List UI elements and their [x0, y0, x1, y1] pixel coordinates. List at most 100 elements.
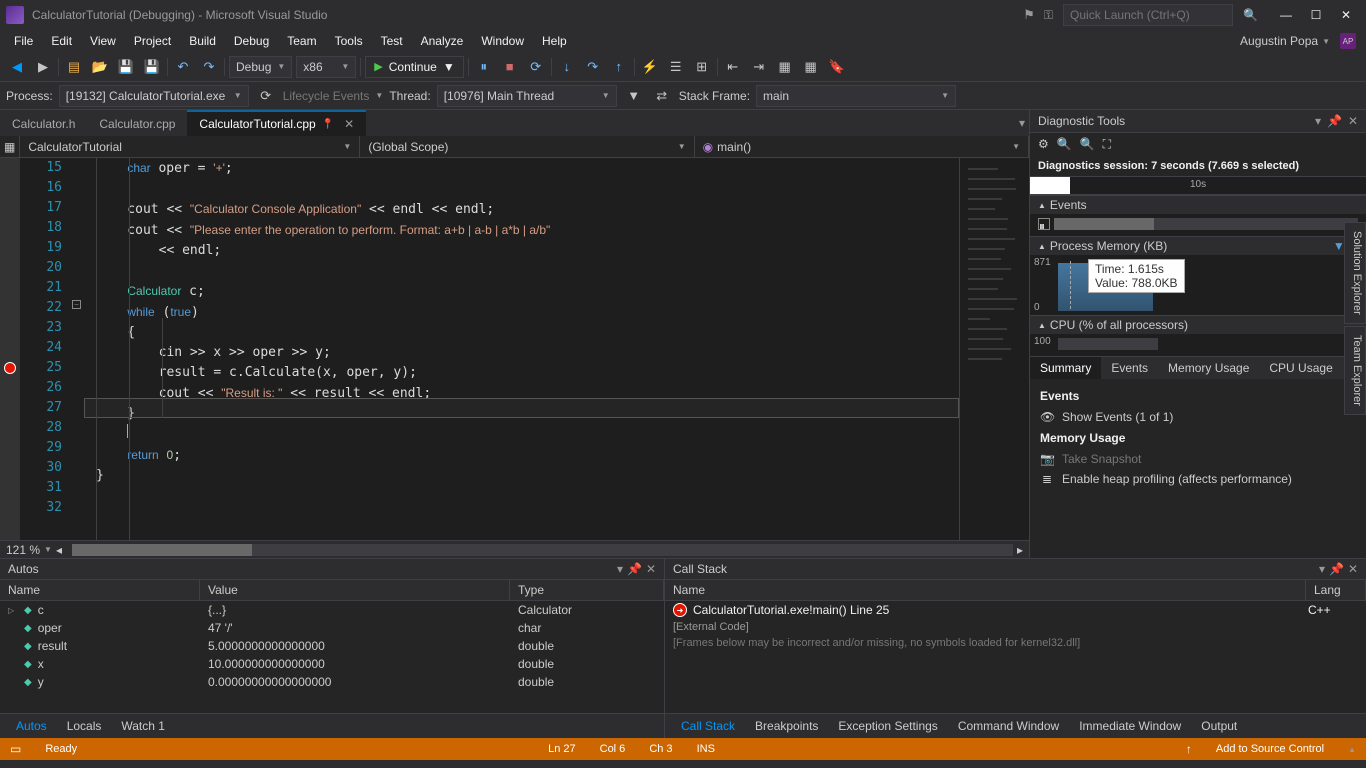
- scroll-left-icon[interactable]: ◂: [56, 543, 62, 557]
- bookmark-icon[interactable]: 🔖: [826, 56, 848, 78]
- uncomment-icon[interactable]: ▦: [800, 56, 822, 78]
- bottom-tab-output[interactable]: Output: [1191, 716, 1247, 736]
- breakpoint-marker-icon[interactable]: [4, 362, 16, 374]
- bottom-tab-exception-settings[interactable]: Exception Settings: [828, 716, 947, 736]
- new-file-icon[interactable]: ▤: [63, 56, 85, 78]
- diag-tab-cpu-usage[interactable]: CPU Usage: [1259, 357, 1342, 379]
- thread-dropdown[interactable]: [10976] Main Thread▼: [437, 85, 617, 107]
- nav-fwd-icon[interactable]: ▶: [32, 56, 54, 78]
- chevron-down-icon[interactable]: ▼: [1333, 239, 1345, 253]
- fold-gutter[interactable]: −: [70, 158, 84, 540]
- gear-icon[interactable]: ⚙: [1038, 137, 1049, 152]
- menu-edit[interactable]: Edit: [43, 32, 80, 50]
- menu-tools[interactable]: Tools: [327, 32, 371, 50]
- indent-less-icon[interactable]: ⇤: [722, 56, 744, 78]
- redo-icon[interactable]: ↷: [198, 56, 220, 78]
- panel-dropdown-icon[interactable]: ▾: [617, 562, 623, 576]
- breakpoint-gutter[interactable]: [0, 158, 20, 540]
- bottom-tab-command-window[interactable]: Command Window: [948, 716, 1069, 736]
- process-dropdown[interactable]: [19132] CalculatorTutorial.exe▼: [59, 85, 249, 107]
- col-type[interactable]: Type: [510, 580, 664, 600]
- nav-back-icon[interactable]: ◀: [6, 56, 28, 78]
- maximize-button[interactable]: ☐: [1302, 4, 1330, 26]
- menu-analyze[interactable]: Analyze: [413, 32, 472, 50]
- user-name[interactable]: Augustin Popa: [1240, 34, 1318, 48]
- diag-tab-summary[interactable]: Summary: [1030, 357, 1101, 379]
- tool-icon-3[interactable]: ⊞: [691, 56, 713, 78]
- save-all-icon[interactable]: 💾: [141, 56, 163, 78]
- side-tab-team-explorer[interactable]: Team Explorer: [1344, 326, 1366, 415]
- user-avatar[interactable]: AP: [1340, 33, 1356, 49]
- menu-view[interactable]: View: [82, 32, 124, 50]
- col-lang[interactable]: Lang: [1306, 580, 1366, 600]
- stackframe-dropdown[interactable]: main▼: [756, 85, 956, 107]
- bottom-tab-locals[interactable]: Locals: [57, 716, 112, 736]
- diag-time-ruler[interactable]: 10s: [1030, 177, 1366, 195]
- undo-icon[interactable]: ↶: [172, 56, 194, 78]
- stop-icon[interactable]: ■: [499, 56, 521, 78]
- fold-minus-icon[interactable]: −: [72, 300, 81, 309]
- close-icon[interactable]: ✕: [344, 117, 354, 131]
- external-code-row[interactable]: [External Code]: [665, 619, 1366, 635]
- swap-icon[interactable]: ⇄: [651, 85, 673, 107]
- save-icon[interactable]: 💾: [115, 56, 137, 78]
- diag-memory-header[interactable]: ▲Process Memory (KB) ▼ ●: [1030, 236, 1366, 255]
- menu-window[interactable]: Window: [473, 32, 532, 50]
- h-scrollbar[interactable]: [72, 544, 1013, 556]
- tab-Calculator-cpp[interactable]: Calculator.cpp: [87, 111, 187, 136]
- tab-Calculator-h[interactable]: Calculator.h: [0, 111, 87, 136]
- zoom-level[interactable]: 121 %: [6, 543, 40, 557]
- bottom-tab-autos[interactable]: Autos: [6, 716, 57, 736]
- search-icon[interactable]: 🔍: [1239, 8, 1262, 22]
- bottom-tab-breakpoints[interactable]: Breakpoints: [745, 716, 828, 736]
- menu-build[interactable]: Build: [181, 32, 224, 50]
- bottom-tab-immediate-window[interactable]: Immediate Window: [1069, 716, 1191, 736]
- step-into-icon[interactable]: ↓: [556, 56, 578, 78]
- col-name[interactable]: Name: [665, 580, 1306, 600]
- pin-icon[interactable]: 📍: [322, 119, 334, 130]
- panel-dropdown-icon[interactable]: ▾: [1319, 562, 1325, 576]
- step-out-icon[interactable]: ↑: [608, 56, 630, 78]
- zoom-in-icon[interactable]: 🔍: [1057, 137, 1072, 152]
- menu-project[interactable]: Project: [126, 32, 179, 50]
- filter-icon[interactable]: ▼: [623, 85, 645, 107]
- autos-row-result[interactable]: ◆result5.0000000000000000double: [0, 637, 664, 655]
- side-tab-solution-explorer[interactable]: Solution Explorer: [1344, 222, 1366, 324]
- tabs-overflow-icon[interactable]: ▾: [1019, 116, 1025, 130]
- panel-close-icon[interactable]: ✕: [1348, 562, 1358, 576]
- menu-help[interactable]: Help: [534, 32, 575, 50]
- diag-pin-icon[interactable]: 📌: [1327, 114, 1342, 128]
- tab-CalculatorTutorial-cpp[interactable]: CalculatorTutorial.cpp📍✕: [187, 110, 366, 136]
- break-all-icon[interactable]: ⏸: [473, 56, 495, 78]
- callstack-row[interactable]: ➜ CalculatorTutorial.exe!main() Line 25 …: [665, 601, 1366, 619]
- diag-tab-memory-usage[interactable]: Memory Usage: [1158, 357, 1259, 379]
- show-events-link[interactable]: 👁Show Events (1 of 1): [1040, 407, 1356, 427]
- comment-icon[interactable]: ▦: [774, 56, 796, 78]
- autos-row-c[interactable]: ▷◆c{...}Calculator: [0, 601, 664, 619]
- memory-chart[interactable]: 871 0 871 0 Time: 1.615s Value: 788.0KB: [1030, 255, 1366, 315]
- step-over-icon[interactable]: ↷: [582, 56, 604, 78]
- quick-launch-input[interactable]: [1063, 4, 1233, 26]
- enable-heap-link[interactable]: ≣Enable heap profiling (affects performa…: [1040, 469, 1356, 489]
- crumb-project[interactable]: CalculatorTutorial▼: [20, 136, 360, 157]
- restart-icon[interactable]: ⟳: [525, 56, 547, 78]
- config-dropdown[interactable]: Debug▼: [229, 56, 292, 78]
- col-name[interactable]: Name: [0, 580, 200, 600]
- minimize-button[interactable]: —: [1272, 4, 1300, 26]
- diag-dropdown-icon[interactable]: ▾: [1315, 114, 1321, 128]
- menu-test[interactable]: Test: [373, 32, 411, 50]
- platform-dropdown[interactable]: x86▼: [296, 56, 356, 78]
- flag-icon[interactable]: ⚑: [1018, 4, 1040, 26]
- close-button[interactable]: ✕: [1332, 4, 1360, 26]
- tool-icon-1[interactable]: ⚡: [639, 56, 661, 78]
- tool-icon-2[interactable]: ☰: [665, 56, 687, 78]
- menu-file[interactable]: File: [6, 32, 41, 50]
- diag-close-icon[interactable]: ✕: [1348, 114, 1358, 128]
- panel-pin-icon[interactable]: 📌: [627, 562, 642, 576]
- scroll-right-icon[interactable]: ▸: [1017, 543, 1023, 557]
- diag-cpu-header[interactable]: ▲CPU (% of all processors): [1030, 315, 1366, 334]
- col-value[interactable]: Value: [200, 580, 510, 600]
- zoom-out-icon[interactable]: 🔍: [1080, 137, 1095, 152]
- bottom-tab-call-stack[interactable]: Call Stack: [671, 716, 745, 736]
- code-text[interactable]: char oper = '+'; cout << "Calculator Con…: [84, 158, 959, 540]
